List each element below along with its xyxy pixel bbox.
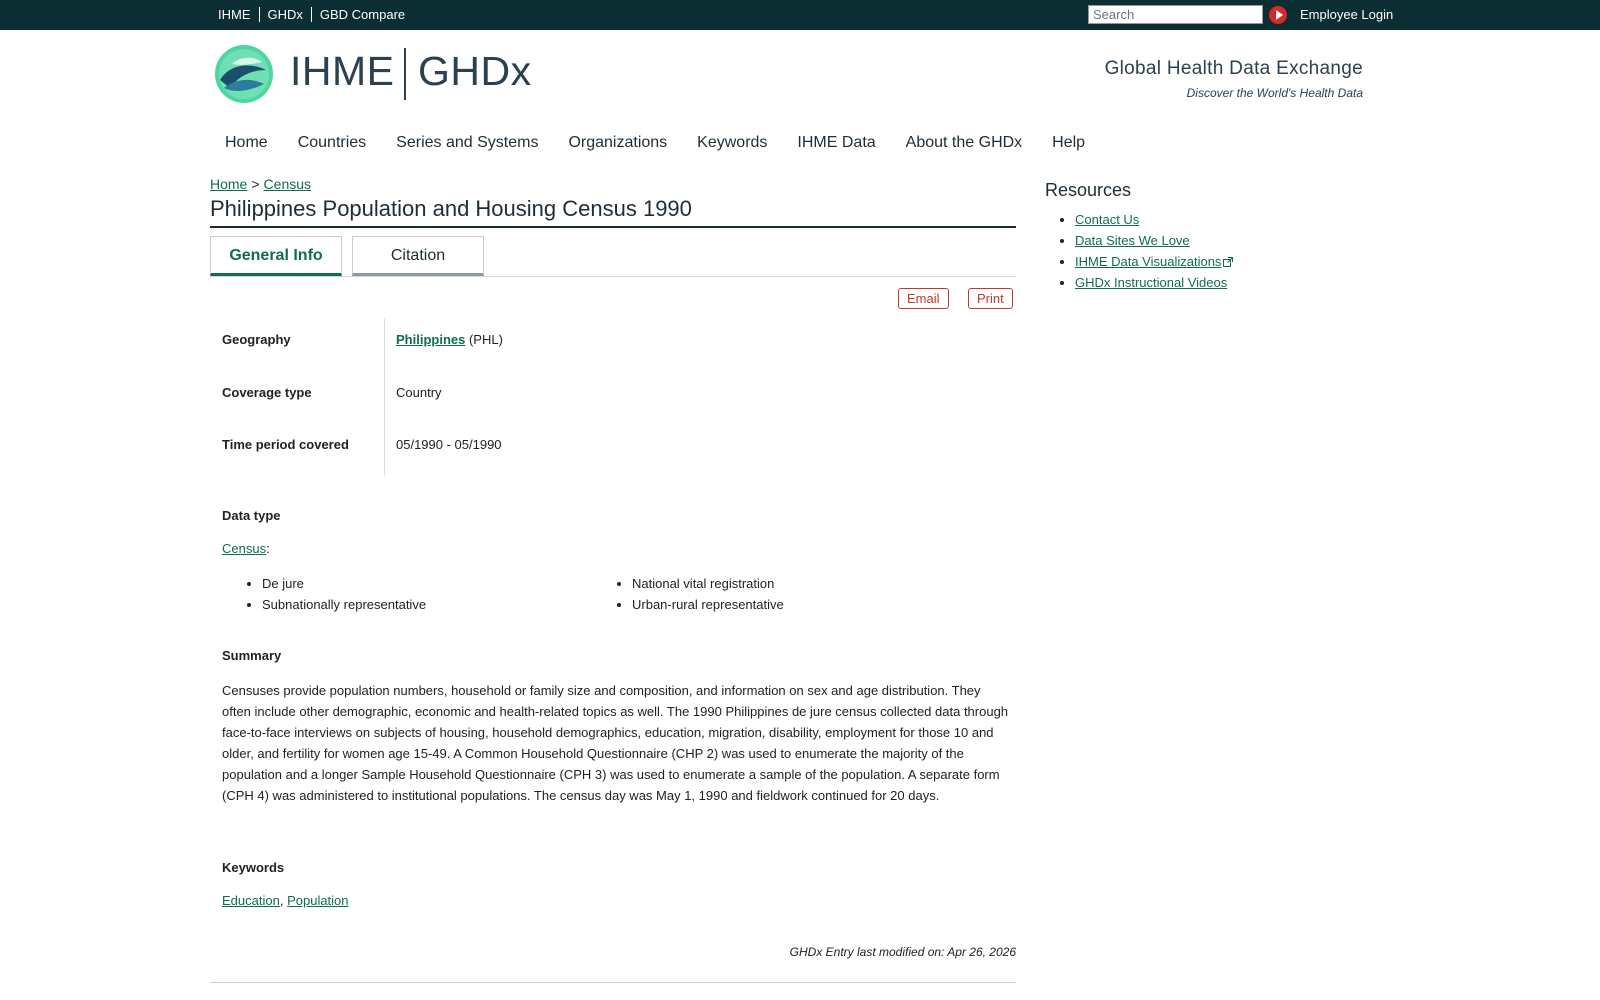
nav-ihme-data[interactable]: IHME Data: [797, 134, 875, 152]
resources-title: Resources: [1045, 180, 1132, 200]
keyword-education[interactable]: Education: [222, 893, 280, 908]
info-column-divider: [384, 318, 385, 476]
tagline-subtitle: Discover the World's Health Data: [1186, 86, 1363, 100]
resource-ihme-visualizations[interactable]: IHME Data Visualizations: [1075, 254, 1221, 269]
nav-help[interactable]: Help: [1052, 134, 1085, 152]
list-item: Subnationally representative: [262, 597, 426, 613]
data-type-line: Census:: [222, 541, 270, 556]
nav-keywords[interactable]: Keywords: [697, 134, 767, 152]
search-input[interactable]: [1088, 5, 1263, 24]
breadcrumb-home[interactable]: Home: [210, 176, 247, 192]
top-link-ghdx[interactable]: GHDx: [260, 7, 312, 22]
brand-ihme[interactable]: IHME: [290, 48, 395, 95]
breadcrumb-census[interactable]: Census: [264, 176, 311, 192]
summary-label: Summary: [222, 648, 282, 663]
nav-about[interactable]: About the GHDx: [906, 134, 1023, 152]
keywords-list: Education, Population: [222, 893, 349, 908]
coverage-type-label: Coverage type: [222, 385, 312, 400]
data-type-list-1: De jure Subnationally representative: [222, 576, 426, 618]
print-button[interactable]: Print: [968, 288, 1013, 309]
data-type-colon: :: [266, 541, 270, 556]
keyword-separator: ,: [279, 893, 284, 908]
geography-label: Geography: [222, 332, 291, 347]
list-item: De jure: [262, 576, 426, 592]
geography-code: (PHL): [468, 332, 503, 347]
data-type-census-link[interactable]: Census: [222, 541, 266, 556]
data-type-list-2: National vital registration Urban-rural …: [592, 576, 784, 618]
list-item: Contact Us: [1075, 212, 1233, 228]
search-submit-icon[interactable]: [1269, 6, 1287, 24]
nav-series-and-systems[interactable]: Series and Systems: [396, 134, 538, 152]
brand-separator: [404, 48, 406, 100]
breadcrumb-separator: >: [251, 176, 260, 192]
coverage-type-value: Country: [396, 385, 442, 400]
resource-data-sites[interactable]: Data Sites We Love: [1075, 233, 1190, 248]
main-nav: Home Countries Series and Systems Organi…: [225, 134, 1115, 152]
keyword-population[interactable]: Population: [287, 893, 348, 908]
geography-link[interactable]: Philippines: [396, 332, 465, 347]
list-item: IHME Data Visualizations: [1075, 254, 1234, 270]
page-title: Philippines Population and Housing Censu…: [210, 196, 1016, 228]
data-type-label: Data type: [222, 508, 281, 523]
list-item: Urban-rural representative: [632, 597, 784, 613]
ihme-logo-icon[interactable]: [214, 44, 274, 104]
resource-contact-us[interactable]: Contact Us: [1075, 212, 1139, 227]
keywords-label: Keywords: [222, 860, 285, 875]
external-link-icon: [1223, 257, 1234, 267]
time-period-value: 05/1990 - 05/1990: [396, 437, 502, 452]
top-links: IHME GHDx GBD Compare: [218, 7, 413, 22]
bottom-divider: [210, 982, 1016, 983]
list-item: Data Sites We Love: [1075, 233, 1233, 249]
tab-general-info[interactable]: General Info: [210, 236, 342, 276]
resources-list: Contact Us Data Sites We Love IHME Data …: [1045, 212, 1234, 296]
last-modified: GHDx Entry last modified on: Apr 26, 202…: [789, 945, 1016, 959]
list-item: GHDx Instructional Videos: [1075, 275, 1233, 291]
summary-text: Censuses provide population numbers, hou…: [222, 683, 1009, 803]
breadcrumb: Home > Census: [210, 176, 311, 192]
top-link-gbd-compare[interactable]: GBD Compare: [312, 7, 413, 22]
tab-citation[interactable]: Citation: [352, 236, 484, 276]
nav-organizations[interactable]: Organizations: [568, 134, 667, 152]
top-utility-bar: IHME GHDx GBD Compare Employee Login: [0, 0, 1600, 30]
employee-login-link[interactable]: Employee Login: [1300, 7, 1393, 22]
tab-divider: [210, 276, 1016, 277]
nav-countries[interactable]: Countries: [298, 134, 366, 152]
resource-instructional-videos[interactable]: GHDx Instructional Videos: [1075, 275, 1227, 290]
tagline-title: Global Health Data Exchange: [1104, 58, 1363, 79]
tagline: Global Health Data Exchange Discover the…: [1105, 58, 1363, 100]
list-item: National vital registration: [632, 576, 784, 592]
email-button[interactable]: Email: [898, 288, 949, 309]
nav-home[interactable]: Home: [225, 134, 268, 152]
top-link-ihme[interactable]: IHME: [218, 7, 260, 22]
time-period-label: Time period covered: [222, 437, 349, 452]
geography-value: Philippines (PHL): [396, 332, 503, 347]
brand-ghdx[interactable]: GHDx: [418, 48, 532, 95]
